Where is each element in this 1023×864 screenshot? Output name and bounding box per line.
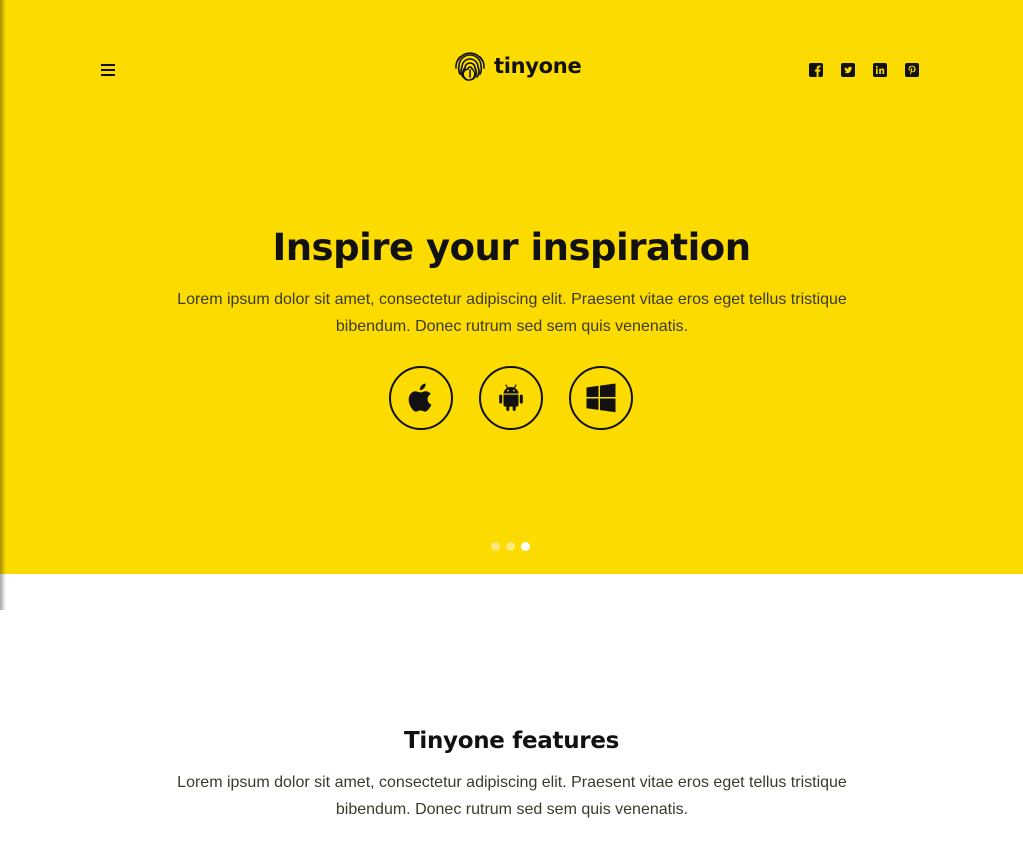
- hero-description: Lorem ipsum dolor sit amet, consectetur …: [177, 291, 847, 335]
- features-title: Tinyone features: [403, 728, 620, 754]
- apple-store-button[interactable]: [389, 366, 453, 430]
- apple-icon: [408, 383, 432, 412]
- twitter-icon[interactable]: [841, 62, 855, 77]
- brand-logo[interactable]: tinyone: [452, 48, 582, 84]
- app-store-buttons: [389, 366, 633, 430]
- hero-title: Inspire your inspiration: [272, 226, 751, 269]
- android-store-button[interactable]: [479, 366, 543, 430]
- side-shadow: [0, 0, 6, 610]
- windows-store-button[interactable]: [569, 366, 633, 430]
- slider-pagination: [491, 542, 530, 551]
- fingerprint-icon: [455, 52, 485, 81]
- slider-dot-2[interactable]: [506, 542, 515, 551]
- brand-name: tinyone: [494, 54, 582, 78]
- android-icon: [499, 384, 523, 411]
- windows-icon: [586, 383, 616, 413]
- social-links: [809, 62, 919, 77]
- slider-dot-1[interactable]: [491, 542, 500, 551]
- linkedin-icon[interactable]: [873, 62, 887, 77]
- slider-dot-3[interactable]: [521, 542, 530, 551]
- pinterest-icon[interactable]: [905, 62, 919, 77]
- hero-section: tinyone Inspire your inspiration Lorem i…: [0, 0, 1023, 574]
- menu-icon[interactable]: [101, 63, 117, 77]
- facebook-icon[interactable]: [809, 62, 823, 77]
- features-description: Lorem ipsum dolor sit amet, consectetur …: [177, 774, 847, 818]
